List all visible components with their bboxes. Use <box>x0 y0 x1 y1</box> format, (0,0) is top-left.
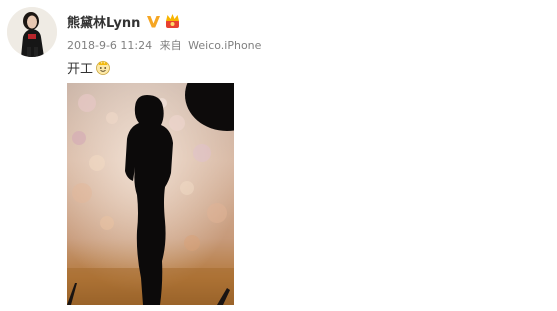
silhouette-photo <box>67 83 234 305</box>
post-meta: 2018-9-6 11:24 来自 Weico.iPhone <box>67 37 261 53</box>
post-timestamp-link[interactable]: 2018-9-6 11:24 <box>67 39 152 52</box>
crown-emoji-icon <box>95 59 111 75</box>
post-header: 熊黛林Lynn <box>67 11 181 31</box>
post-text: 开工 <box>67 58 111 77</box>
source-client-link[interactable]: Weico.iPhone <box>188 39 261 52</box>
avatar-image <box>7 7 57 57</box>
avatar[interactable] <box>7 7 57 57</box>
crown-member-icon[interactable] <box>164 13 181 29</box>
weibo-post: 熊黛林Lynn 2018-9-6 11:24 来自 Weico.iPhone 开… <box>0 0 557 311</box>
username-link[interactable]: 熊黛林Lynn <box>67 12 140 31</box>
post-image[interactable] <box>67 83 234 305</box>
source-prefix: 来自 <box>159 39 182 52</box>
verified-v-badge-icon[interactable] <box>146 14 161 29</box>
post-text-content: 开工 <box>67 61 94 77</box>
